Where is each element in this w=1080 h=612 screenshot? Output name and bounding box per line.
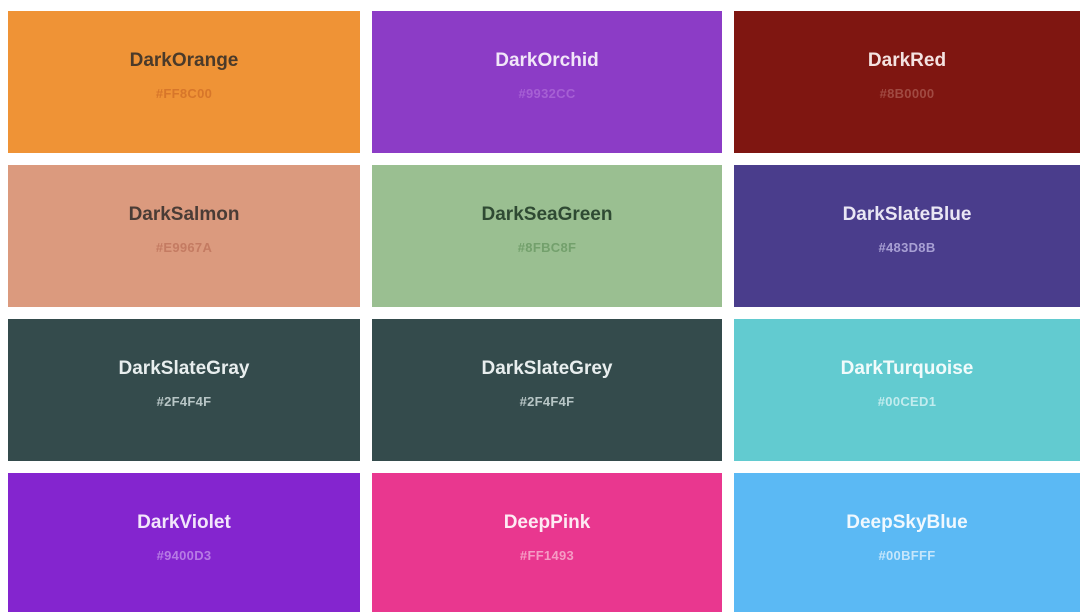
swatch-name: DarkSlateGrey: [481, 358, 613, 379]
swatch-hex-code: #8FBC8F: [517, 240, 577, 255]
swatch-darkviolet[interactable]: DarkViolet #9400D3: [8, 473, 360, 612]
swatch-name: DarkViolet: [137, 512, 231, 533]
swatch-name: DarkOrange: [129, 50, 239, 71]
swatch-hex-code: #9400D3: [156, 548, 212, 563]
swatch-name: DarkSalmon: [128, 204, 240, 225]
swatch-darkturquoise[interactable]: DarkTurquoise #00CED1: [734, 319, 1080, 461]
swatch-hex-code: #00BFFF: [878, 548, 936, 563]
swatch-name: DeepSkyBlue: [846, 512, 968, 533]
swatch-hex-code: #2F4F4F: [519, 394, 575, 409]
swatch-name: DeepPink: [503, 512, 591, 533]
swatch-hex-code: #00CED1: [877, 394, 937, 409]
swatch-name: DarkTurquoise: [840, 358, 974, 379]
swatch-hex-code: #E9967A: [155, 240, 213, 255]
swatch-deepskyblue[interactable]: DeepSkyBlue #00BFFF: [734, 473, 1080, 612]
swatch-hex-code: #FF1493: [519, 548, 575, 563]
swatch-darkseagreen[interactable]: DarkSeaGreen #8FBC8F: [372, 165, 722, 307]
color-swatch-grid: DarkOrange #FF8C00 DarkOrchid #9932CC Da…: [0, 0, 1080, 612]
swatch-darkorange[interactable]: DarkOrange #FF8C00: [8, 11, 360, 153]
swatch-name: DarkSlateBlue: [842, 204, 972, 225]
swatch-deeppink[interactable]: DeepPink #FF1493: [372, 473, 722, 612]
swatch-name: DarkRed: [867, 50, 947, 71]
swatch-darkslategray[interactable]: DarkSlateGray #2F4F4F: [8, 319, 360, 461]
swatch-darksalmon[interactable]: DarkSalmon #E9967A: [8, 165, 360, 307]
swatch-hex-code: #483D8B: [878, 240, 936, 255]
swatch-name: DarkOrchid: [495, 50, 599, 71]
swatch-darkred[interactable]: DarkRed #8B0000: [734, 11, 1080, 153]
swatch-hex-code: #FF8C00: [155, 86, 213, 101]
swatch-hex-code: #2F4F4F: [156, 394, 212, 409]
swatch-name: DarkSlateGray: [118, 358, 250, 379]
swatch-name: DarkSeaGreen: [481, 204, 613, 225]
swatch-darkorchid[interactable]: DarkOrchid #9932CC: [372, 11, 722, 153]
swatch-darkslategrey[interactable]: DarkSlateGrey #2F4F4F: [372, 319, 722, 461]
swatch-hex-code: #8B0000: [879, 86, 935, 101]
swatch-darkslateblue[interactable]: DarkSlateBlue #483D8B: [734, 165, 1080, 307]
swatch-hex-code: #9932CC: [518, 86, 576, 101]
